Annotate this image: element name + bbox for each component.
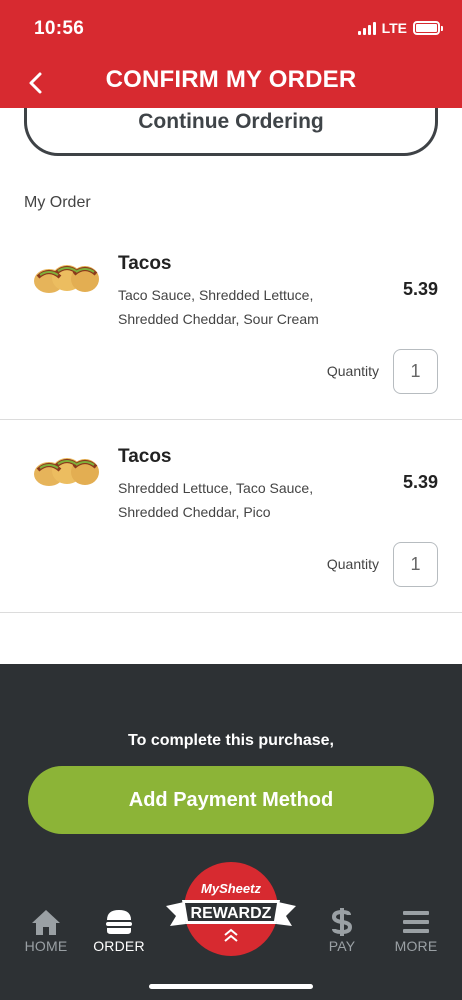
checkout-panel: To complete this purchase, Add Payment M…	[0, 664, 462, 1000]
tab-home-label: HOME	[24, 938, 68, 954]
page-title: CONFIRM MY ORDER	[105, 66, 357, 93]
burger-icon	[106, 910, 132, 934]
network-label: LTE	[381, 20, 407, 36]
menu-icon	[403, 911, 429, 933]
tab-pay[interactable]: PAY	[307, 908, 377, 954]
item-name: Tacos	[118, 253, 172, 274]
status-time: 10:56	[34, 18, 85, 39]
item-description-line: Shredded Cheddar, Sour Cream	[118, 311, 319, 327]
tab-more-label: MORE	[394, 938, 438, 954]
quantity-field[interactable]: 1	[393, 349, 438, 394]
tab-pay-label: PAY	[328, 938, 356, 954]
item-description: Taco Sauce, Shredded Lettuce, Shredded C…	[118, 283, 348, 331]
my-order-label: My Order	[24, 194, 91, 211]
tacos-image	[34, 265, 99, 293]
rewardz-logo-button[interactable]: MySheetz REWARDZ	[164, 860, 298, 960]
item-description-line: Taco Sauce, Shredded Lettuce,	[118, 287, 314, 303]
add-payment-method-button[interactable]: Add Payment Method	[28, 766, 434, 834]
home-indicator	[149, 984, 313, 989]
tab-home[interactable]: HOME	[11, 908, 81, 954]
tab-more[interactable]: MORE	[381, 908, 451, 954]
tab-order[interactable]: ORDER	[84, 908, 154, 954]
home-icon	[32, 910, 60, 935]
rewardz-logo-top-text: MySheetz	[201, 881, 261, 896]
rewardz-logo-banner-text: REWARDZ	[191, 905, 272, 922]
tab-order-label: ORDER	[93, 938, 145, 954]
signal-icon	[357, 21, 376, 35]
item-price: 5.39	[402, 472, 438, 492]
battery-icon	[413, 21, 443, 35]
item-name: Tacos	[118, 446, 172, 467]
item-price: 5.39	[402, 279, 438, 299]
continue-ordering-label: Continue Ordering	[138, 110, 324, 133]
app-header: 10:56 LTE CONFIRM MY ORDER	[0, 0, 462, 108]
status-indicators: LTE	[357, 20, 443, 36]
checkout-prompt: To complete this purchase,	[128, 732, 334, 749]
tacos-image	[34, 458, 99, 486]
order-item: Tacos Shredded Lettuce, Taco Sauce, Shre…	[0, 420, 462, 613]
quantity-label: Quantity	[326, 363, 379, 379]
item-description-line: Shredded Cheddar, Pico	[118, 504, 271, 520]
order-item: Tacos Taco Sauce, Shredded Lettuce, Shre…	[0, 227, 462, 420]
quantity-field[interactable]: 1	[393, 542, 438, 587]
quantity-label: Quantity	[326, 556, 379, 572]
dollar-icon	[331, 908, 353, 936]
item-description-line: Shredded Lettuce, Taco Sauce,	[118, 480, 314, 496]
item-description: Shredded Lettuce, Taco Sauce, Shredded C…	[118, 476, 348, 524]
